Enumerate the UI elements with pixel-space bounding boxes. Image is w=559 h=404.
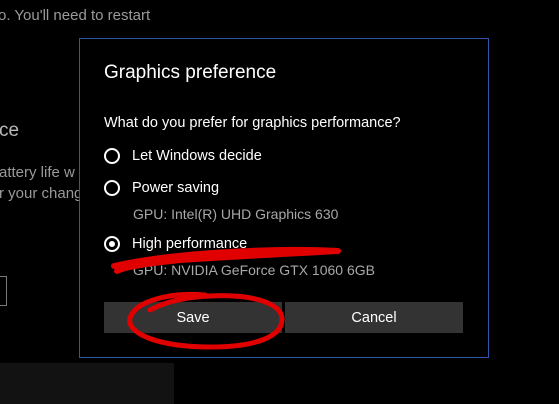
radio-power-saving[interactable]: Power saving: [104, 177, 219, 199]
radio-label: Power saving: [132, 180, 220, 196]
graphics-preference-dialog: Graphics preference What do you prefer f…: [79, 38, 489, 358]
high-performance-gpu-info: GPU: NVIDIA GeForce GTX 1060 6GB: [133, 262, 375, 278]
background-panel: [0, 363, 174, 404]
screen: o. You'll need to restart ce attery life…: [0, 0, 559, 404]
save-button[interactable]: Save: [104, 302, 282, 333]
dialog-title: Graphics preference: [104, 62, 277, 83]
power-saving-gpu-info: GPU: Intel(R) UHD Graphics 630: [133, 206, 339, 222]
background-section-heading: ce: [0, 120, 20, 141]
radio-let-windows-decide[interactable]: Let Windows decide: [104, 145, 262, 167]
radio-button-selected-icon[interactable]: [104, 236, 120, 252]
dialog-question: What do you prefer for graphics performa…: [104, 115, 401, 131]
radio-high-performance[interactable]: High performance: [104, 233, 247, 255]
radio-label: Let Windows decide: [132, 148, 262, 164]
background-restart-text: o. You'll need to restart: [0, 7, 151, 24]
background-control[interactable]: [0, 276, 7, 306]
cancel-button[interactable]: Cancel: [285, 302, 463, 333]
radio-button-icon[interactable]: [104, 148, 120, 164]
background-description-line1: attery life w: [0, 164, 75, 181]
radio-label: High performance: [132, 236, 248, 252]
background-description-line2: r your chang: [0, 185, 83, 202]
radio-button-icon[interactable]: [104, 180, 120, 196]
